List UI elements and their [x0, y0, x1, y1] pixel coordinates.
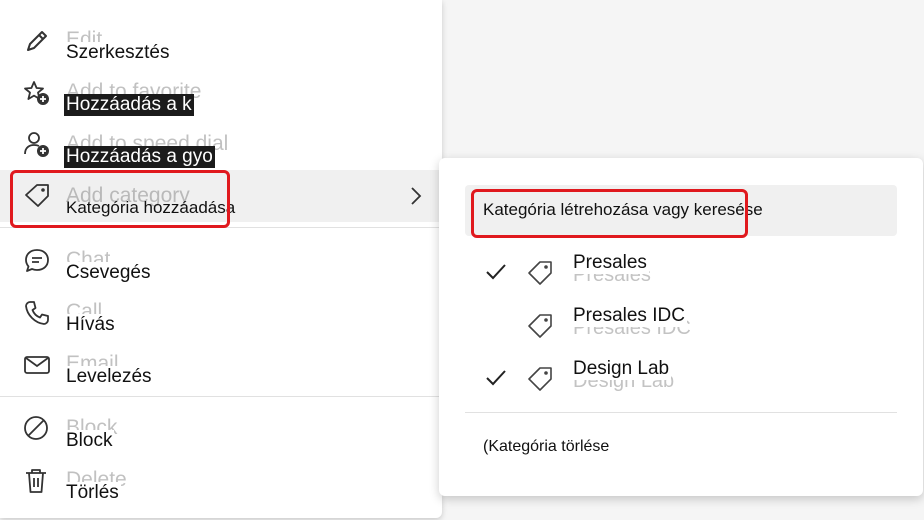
menu-divider — [0, 396, 442, 397]
context-menu: Edit Szerkesztés Add to favorite Hozzáad… — [0, 0, 442, 518]
category-submenu: Kategória létrehozása vagy keresése Pres… — [439, 158, 923, 496]
block-icon — [24, 416, 48, 440]
star-add-icon — [24, 81, 49, 105]
submenu-divider — [465, 412, 897, 413]
menu-item-label: Törlés — [64, 482, 121, 504]
menu-item-call[interactable]: Call Hívás — [0, 286, 442, 338]
pencil-icon — [27, 31, 47, 51]
menu-item-label: Hívás — [64, 314, 117, 336]
category-item-presales-idc[interactable]: Presales IDC Presales IDC — [465, 303, 897, 353]
menu-item-chat[interactable]: Chat Csevegés — [0, 234, 442, 286]
menu-item-add-speed-dial[interactable]: Add to speed dial Hozzáadás a gyo — [0, 118, 442, 170]
category-label: Design Lab — [571, 358, 672, 380]
menu-item-label: Block — [64, 430, 115, 452]
delete-category-button[interactable]: (Kategória törlése — [483, 438, 609, 456]
menu-item-delete[interactable]: Delete Törlés — [0, 454, 442, 506]
menu-item-email[interactable]: Email Levelezés — [0, 338, 442, 390]
menu-item-label: Hozzáadás a gyo — [64, 146, 215, 168]
highlight-box-add-category — [10, 170, 230, 228]
menu-item-add-favorite[interactable]: Add to favorite Hozzáadás a k — [0, 66, 442, 118]
menu-item-label: Hozzáadás a k — [64, 94, 194, 116]
checkmark-icon — [486, 370, 506, 386]
person-add-icon — [24, 132, 49, 157]
category-label: Presales — [571, 252, 649, 274]
category-item-presales[interactable]: Presales Presales — [465, 250, 897, 300]
category-item-design-lab[interactable]: Design Lab Design Lab — [465, 356, 897, 406]
chat-icon — [25, 249, 49, 272]
menu-item-label: Csevegés — [64, 262, 153, 284]
menu-item-edit[interactable]: Edit Szerkesztés — [0, 14, 442, 66]
tag-icon — [528, 367, 552, 391]
tag-icon — [528, 314, 552, 338]
trash-icon — [26, 469, 46, 493]
highlight-box-search — [471, 189, 748, 238]
phone-icon — [25, 301, 49, 325]
category-label: Presales IDC — [571, 305, 687, 327]
mail-icon — [24, 356, 50, 374]
menu-item-label: Szerkesztés — [64, 42, 172, 64]
tag-icon — [528, 261, 552, 285]
chevron-right-icon — [411, 187, 422, 205]
checkmark-icon — [486, 264, 506, 280]
menu-item-block[interactable]: Block Block — [0, 402, 442, 454]
menu-item-label: Levelezés — [64, 366, 154, 388]
